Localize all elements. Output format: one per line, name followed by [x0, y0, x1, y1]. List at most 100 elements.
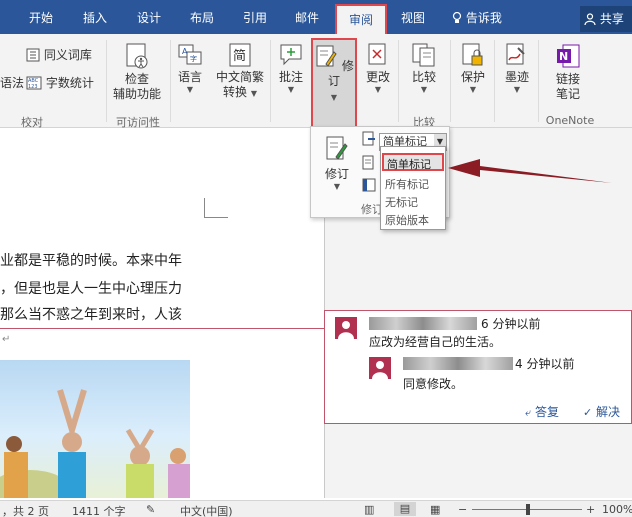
- reply-text[interactable]: 同意修改。: [403, 375, 463, 392]
- changes-button[interactable]: 更改 ▼: [364, 42, 392, 95]
- document-image[interactable]: [0, 360, 190, 498]
- reply-label: 答复: [535, 405, 560, 419]
- document-line-1[interactable]: 业都是平稳的时候。本来中年: [0, 250, 182, 270]
- reply-button[interactable]: ⤶ 答复: [525, 403, 559, 420]
- language-label: 语言: [177, 70, 202, 84]
- check-accessibility-button[interactable]: 检查 辅助功能: [110, 42, 164, 102]
- compare-button[interactable]: 比较 ▼: [408, 42, 440, 95]
- avatar: [335, 317, 357, 339]
- grammar-button[interactable]: 语法: [0, 76, 24, 91]
- ribbon-separator: [270, 40, 271, 122]
- track-changes-large-label: 修订: [324, 167, 349, 181]
- menu-item-original[interactable]: 原始版本: [385, 212, 429, 228]
- chinese-convert-icon: 简: [229, 43, 251, 67]
- tab-references[interactable]: 引用: [232, 0, 278, 34]
- protect-label: 保护: [460, 70, 485, 84]
- ribbon-separator: [450, 40, 451, 122]
- show-markup-icon[interactable]: [361, 155, 377, 174]
- thesaurus-icon: [26, 48, 40, 62]
- proofing-status-icon[interactable]: ✎: [146, 503, 155, 516]
- linked-notes-label-1: 链接: [555, 72, 580, 86]
- menu-item-simple-markup[interactable]: 简单标记: [382, 153, 444, 171]
- ribbon-separator: [538, 40, 539, 122]
- chevron-down-icon: ▼: [333, 182, 341, 191]
- ribbon-tab-bar: 开始 插入 设计 布局 引用 邮件 审阅 视图 告诉我 共享: [0, 0, 632, 34]
- avatar: [369, 357, 391, 379]
- tab-review[interactable]: 审阅: [335, 4, 387, 34]
- print-layout-icon[interactable]: ▤: [394, 502, 416, 516]
- document-line-2[interactable]: ，但是也是人一生中心理压力: [0, 278, 182, 298]
- ink-pen-icon: [506, 43, 525, 65]
- status-bar: ，共 2 页 1411 个字 ✎ 中文(中国) ▥ ▤ ▦ − + 100%: [0, 500, 632, 517]
- comment-text[interactable]: 应改为经营自己的生活。: [369, 333, 501, 350]
- language-button[interactable]: A字 语言 ▼: [176, 42, 204, 95]
- ribbon-separator: [106, 40, 107, 122]
- tell-me-label: 告诉我: [465, 11, 502, 25]
- chevron-down-icon: ▼: [250, 89, 257, 98]
- read-mode-icon[interactable]: ▥: [364, 503, 374, 516]
- zoom-slider-thumb[interactable]: [526, 504, 530, 515]
- ink-button[interactable]: 墨迹 ▼: [502, 42, 532, 95]
- resolve-label: 解决: [596, 405, 621, 419]
- track-changes-button[interactable]: 修订 ▼: [311, 38, 357, 128]
- zoom-in-icon[interactable]: +: [586, 503, 595, 516]
- menu-item-all-markup[interactable]: 所有标记: [385, 176, 429, 192]
- lock-icon: [462, 43, 483, 66]
- tab-home[interactable]: 开始: [18, 0, 64, 34]
- menu-item-simple-markup-label: 简单标记: [387, 158, 431, 171]
- document-line-3[interactable]: 那么当不惑之年到来时，人该: [0, 304, 182, 324]
- group-onenote-label: OneNote: [545, 114, 595, 127]
- chinese-conversion-button[interactable]: 简 中文简繁 转换 ▼: [212, 42, 268, 101]
- comment-thread[interactable]: 6 分钟以前 应改为经营自己的生活。 4 分钟以前 同意修改。 ⤶ 答复 ✓ 解…: [324, 310, 632, 424]
- chevron-down-icon: ▼: [420, 85, 428, 94]
- person-icon: [372, 361, 388, 379]
- reviewing-pane-icon[interactable]: [361, 177, 377, 196]
- tab-mailings[interactable]: 邮件: [284, 0, 330, 34]
- chevron-down-icon: ▼: [186, 85, 194, 94]
- compare-icon: [412, 43, 435, 67]
- track-changes-large-button[interactable]: 修订 ▼: [319, 135, 355, 192]
- person-icon: [338, 321, 354, 339]
- chinese-convert-label-1: 中文简繁: [215, 70, 264, 84]
- protect-button[interactable]: 保护 ▼: [458, 42, 488, 95]
- tab-design[interactable]: 设计: [126, 0, 172, 34]
- track-changes-icon: [316, 45, 337, 67]
- share-button[interactable]: 共享: [580, 6, 632, 32]
- changes-icon: [368, 43, 386, 65]
- onenote-icon: N: [557, 44, 580, 68]
- zoom-out-icon[interactable]: −: [458, 503, 467, 516]
- thesaurus-button[interactable]: 同义词库: [26, 48, 92, 63]
- word-count-button[interactable]: ABC 123 字数统计: [26, 76, 94, 91]
- markup-options-menu: 简单标记 所有标记 无标记 原始版本: [380, 146, 446, 230]
- web-layout-icon[interactable]: ▦: [430, 503, 440, 516]
- reply-icon: ⤶: [525, 406, 532, 419]
- word-count-status[interactable]: 1411 个字: [72, 503, 126, 517]
- menu-item-no-markup[interactable]: 无标记: [385, 194, 418, 210]
- chevron-down-icon: ▼: [330, 93, 338, 102]
- language-status[interactable]: 中文(中国): [180, 503, 233, 517]
- tell-me-box[interactable]: 告诉我: [452, 0, 502, 34]
- page-count[interactable]: ，共 2 页: [2, 503, 49, 517]
- chevron-down-icon: ▼: [374, 85, 382, 94]
- redacted-author-name: [369, 317, 477, 330]
- redacted-author-name: [403, 357, 513, 370]
- paragraph-mark-icon: ↵: [2, 334, 11, 345]
- ribbon-separator: [170, 40, 171, 122]
- ribbon-separator: [494, 40, 495, 122]
- chevron-down-icon: ▼: [287, 85, 295, 94]
- zoom-level[interactable]: 100%: [602, 503, 632, 516]
- accessibility-icon: [126, 43, 148, 69]
- tab-layout[interactable]: 布局: [179, 0, 225, 34]
- tab-insert[interactable]: 插入: [72, 0, 118, 34]
- annotation-arrow-icon: [448, 159, 612, 183]
- accessibility-label-2: 辅助功能: [112, 87, 161, 101]
- resolve-icon: ✓: [583, 406, 593, 419]
- linked-notes-button[interactable]: N 链接 笔记: [548, 42, 588, 102]
- chevron-down-icon: ▼: [513, 85, 521, 94]
- resolve-button[interactable]: ✓ 解决: [583, 403, 620, 420]
- word-count-label: 字数统计: [45, 76, 94, 90]
- tab-view[interactable]: 视图: [390, 0, 436, 34]
- share-label: 共享: [599, 12, 624, 26]
- ribbon-review: 同义词库 语法 ABC 123 字数统计 校对 检查 辅助功能 可访问性 A字 语…: [0, 34, 632, 129]
- comment-button[interactable]: 批注 ▼: [276, 42, 306, 95]
